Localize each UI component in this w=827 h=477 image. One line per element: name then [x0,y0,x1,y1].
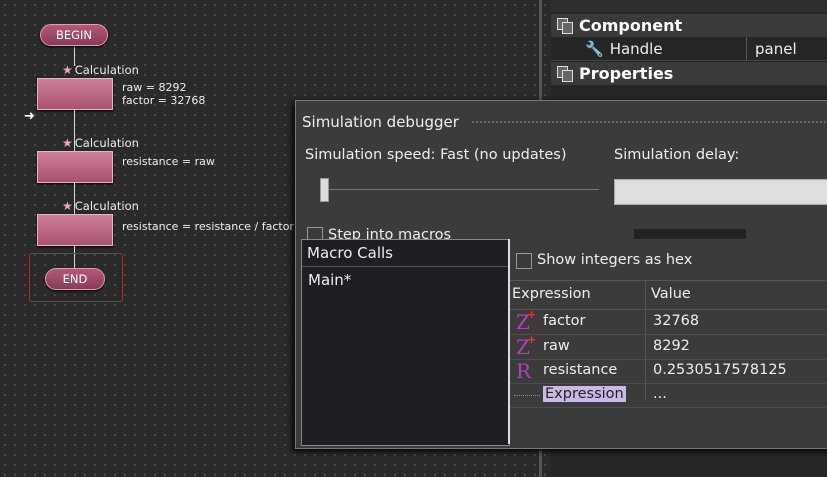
handle-value[interactable]: panel [755,40,797,58]
star-icon: ★ [62,63,73,77]
begin-label: BEGIN [55,28,93,42]
simulation-speed-slider[interactable] [321,189,599,190]
calculation-label: ★ Calculation [62,199,139,213]
integer-variable-icon: Z + [516,333,537,359]
macro-calls-header: Macro Calls [302,240,509,267]
value-column-header[interactable]: Value [651,286,691,302]
component-icon [557,17,575,34]
expression-column-header[interactable]: Expression [512,286,591,302]
star-icon: ★ [62,199,73,213]
calculation-details-1: raw = 8292 factor = 32768 [122,81,206,107]
properties-icon [557,65,575,82]
end-label: END [62,272,88,286]
variables-table-header: Expression Value [510,280,827,310]
end-terminal[interactable]: END [45,268,105,290]
new-expression-input[interactable]: Expression [543,386,626,402]
simulation-speed-label: Simulation speed: Fast (no updates) [305,147,567,163]
simulation-debugger-window[interactable]: Simulation debugger Simulation speed: Fa… [295,100,827,449]
calculation-block-2[interactable] [37,151,113,183]
variable-row[interactable]: R resistance 0.2530517578125 [510,359,827,384]
simulation-delay-slider[interactable] [614,179,827,205]
wrench-icon: 🔧 [585,39,604,58]
variable-row[interactable]: Z + factor 32768 [510,308,827,335]
show-hex-label: Show integers as hex [537,252,693,268]
variables-pane[interactable]: Show integers as hex Expression Value Z +… [508,239,827,444]
calculation-details-3: resistance = resistance / factor [122,220,294,233]
macro-call-item[interactable]: Main* [308,271,351,289]
component-section-header[interactable]: Component [551,14,827,37]
calculation-label: ★ Calculation [62,63,139,77]
star-icon: ★ [62,136,73,150]
debugger-title: Simulation debugger [302,113,459,131]
calculation-block-3[interactable] [37,214,113,246]
current-step-arrow-icon: ➜ [24,109,35,124]
tree-connector [514,395,540,396]
speed-slider-handle[interactable] [320,178,329,202]
calculation-label: ★ Calculation [62,136,139,150]
properties-section-header[interactable]: Properties [551,62,827,85]
new-expression-row[interactable]: Expression ... [510,383,827,408]
macro-calls-pane[interactable]: Macro Calls Main* [301,239,510,446]
variable-row[interactable]: Z + raw 8292 [510,333,827,360]
integer-variable-icon: Z + [516,308,537,334]
panel-top-strip [551,0,827,12]
calculation-details-2: resistance = raw [122,155,215,168]
simulation-delay-label: Simulation delay: [614,147,740,163]
real-variable-icon: R [516,359,532,383]
begin-terminal[interactable]: BEGIN [40,24,108,46]
title-drag-grip[interactable] [471,120,827,124]
calculation-block-1[interactable] [37,78,113,110]
show-hex-checkbox[interactable] [516,253,532,269]
handle-property-row[interactable]: 🔧 Handle panel [551,37,827,61]
